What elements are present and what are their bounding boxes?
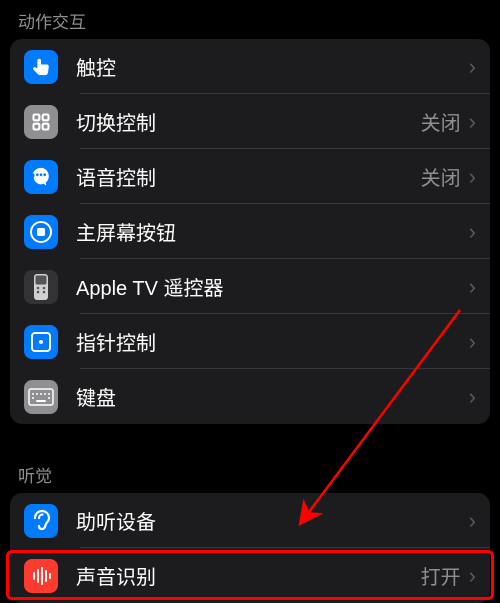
row-label: 指针控制 — [76, 327, 469, 356]
grid-icon — [24, 105, 58, 139]
row-voice-control[interactable]: 语音控制 关闭 › — [10, 149, 490, 204]
chevron-right-icon: › — [469, 164, 476, 190]
row-hearing-devices[interactable]: 助听设备 › — [10, 493, 490, 548]
voice-icon — [24, 160, 58, 194]
chevron-right-icon: › — [469, 384, 476, 410]
touch-icon — [24, 50, 58, 84]
chevron-right-icon: › — [469, 274, 476, 300]
keyboard-icon — [24, 380, 58, 414]
row-label: 切换控制 — [76, 107, 421, 136]
row-label: 助听设备 — [76, 506, 469, 535]
remote-icon — [24, 270, 58, 304]
row-pointer-control[interactable]: 指针控制 › — [10, 314, 490, 369]
section-header-interaction: 动作交互 — [0, 0, 500, 39]
group-interaction: 触控 › 切换控制 关闭 › 语音控制 关闭 › 主屏幕按钮 › Apple T… — [10, 39, 490, 424]
row-keyboard[interactable]: 键盘 › — [10, 369, 490, 424]
row-home-button[interactable]: 主屏幕按钮 › — [10, 204, 490, 259]
row-label: Apple TV 遥控器 — [76, 272, 469, 301]
row-sound-recognition[interactable]: 声音识别 打开 › — [10, 548, 490, 603]
row-switch-control[interactable]: 切换控制 关闭 › — [10, 94, 490, 149]
chevron-right-icon: › — [469, 508, 476, 534]
section-header-hearing: 听觉 — [0, 454, 500, 493]
pointer-icon — [24, 325, 58, 359]
sound-icon — [24, 559, 58, 593]
row-value: 关闭 — [421, 107, 461, 136]
group-hearing: 助听设备 › 声音识别 打开 › — [10, 493, 490, 603]
row-value: 打开 — [421, 561, 461, 590]
chevron-right-icon: › — [469, 563, 476, 589]
row-value: 关闭 — [421, 162, 461, 191]
row-label: 触控 — [76, 52, 469, 81]
chevron-right-icon: › — [469, 219, 476, 245]
home-icon — [24, 215, 58, 249]
chevron-right-icon: › — [469, 109, 476, 135]
row-touch[interactable]: 触控 › — [10, 39, 490, 94]
row-label: 键盘 — [76, 382, 469, 411]
row-apple-tv-remote[interactable]: Apple TV 遥控器 › — [10, 259, 490, 314]
row-label: 声音识别 — [76, 561, 421, 590]
row-label: 语音控制 — [76, 162, 421, 191]
row-label: 主屏幕按钮 — [76, 217, 469, 246]
chevron-right-icon: › — [469, 54, 476, 80]
chevron-right-icon: › — [469, 329, 476, 355]
ear-icon — [24, 504, 58, 538]
